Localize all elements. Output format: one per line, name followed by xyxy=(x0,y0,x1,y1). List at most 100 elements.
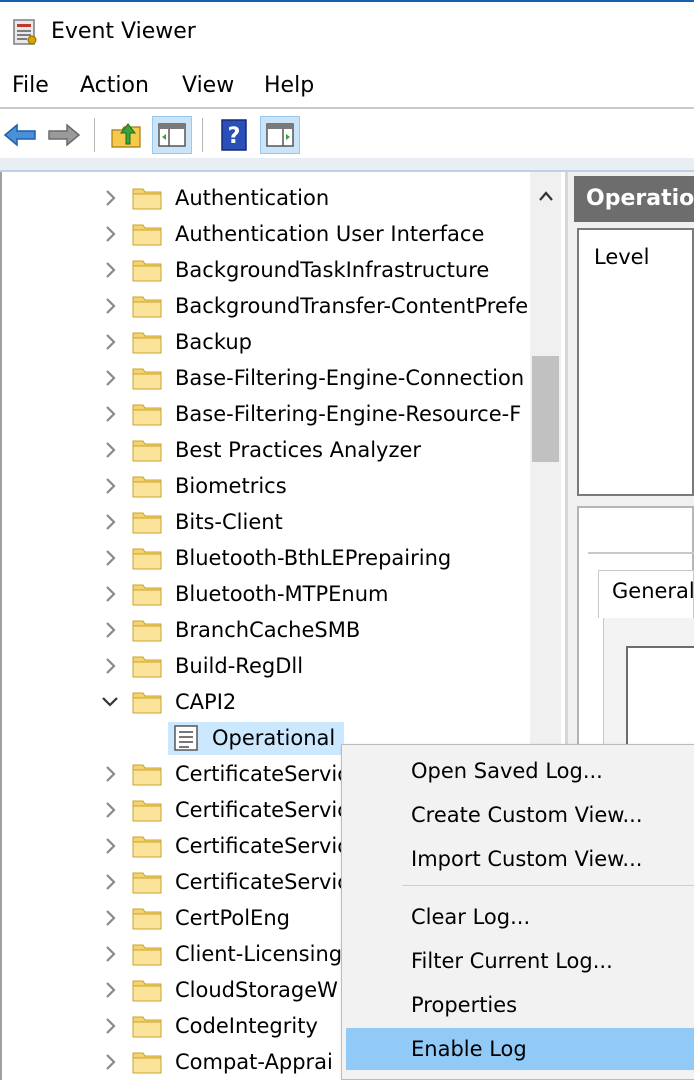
tree-item[interactable]: Base-Filtering-Engine-Connection xyxy=(0,360,540,396)
toolbar: ? xyxy=(0,110,694,158)
chevron-right-icon[interactable] xyxy=(100,224,120,244)
tree-item[interactable]: BackgroundTransfer-ContentPrefe xyxy=(0,288,540,324)
scroll-thumb[interactable] xyxy=(532,356,559,462)
show-hide-action-pane-button[interactable] xyxy=(260,116,300,154)
chevron-right-icon[interactable] xyxy=(100,620,120,640)
svg-text:?: ? xyxy=(228,124,241,149)
tree-item[interactable]: Best Practices Analyzer xyxy=(0,432,540,468)
chevron-right-icon[interactable] xyxy=(100,944,120,964)
menu-item-label: Properties xyxy=(411,993,518,1017)
tree-item-label: BranchCacheSMB xyxy=(175,618,361,642)
tree-item[interactable]: Authentication xyxy=(0,180,540,216)
tree-item[interactable]: BranchCacheSMB xyxy=(0,612,540,648)
folder-icon xyxy=(132,944,162,966)
folder-icon xyxy=(132,908,162,930)
show-hide-console-tree-button[interactable] xyxy=(152,116,192,154)
tree-item-label: Authentication User Interface xyxy=(175,222,485,246)
folder-icon xyxy=(132,224,162,246)
menu-item-filter-current-log[interactable]: Filter Current Log... xyxy=(346,940,694,982)
help-icon: ? xyxy=(221,119,247,151)
chevron-up-icon xyxy=(538,191,553,201)
context-menu-separator xyxy=(402,885,694,886)
menu-item-label: Filter Current Log... xyxy=(411,949,613,973)
back-arrow-icon xyxy=(3,123,36,147)
chevron-right-icon[interactable] xyxy=(100,800,120,820)
chevron-right-icon[interactable] xyxy=(100,296,120,316)
menu-separator xyxy=(0,107,694,109)
menu-item-clear-log[interactable]: Clear Log... xyxy=(346,896,694,938)
folder-icon xyxy=(132,404,162,426)
chevron-right-icon[interactable] xyxy=(100,188,120,208)
chevron-right-icon[interactable] xyxy=(100,584,120,604)
chevron-right-icon[interactable] xyxy=(100,836,120,856)
help-button[interactable]: ? xyxy=(214,116,254,154)
chevron-right-icon[interactable] xyxy=(100,260,120,280)
tree-item-label: Biometrics xyxy=(175,474,287,498)
chevron-down-icon[interactable] xyxy=(100,692,120,712)
folder-icon xyxy=(132,872,162,894)
forward-arrow-icon xyxy=(48,123,81,147)
folder-icon xyxy=(132,800,162,822)
tree-item-label: Operational xyxy=(212,726,336,750)
tree-item-label: CAPI2 xyxy=(175,690,237,714)
tree-item[interactable]: CAPI2 xyxy=(0,684,540,720)
menu-item-properties[interactable]: Properties xyxy=(346,984,694,1026)
chevron-right-icon[interactable] xyxy=(100,980,120,1000)
chevron-right-icon[interactable] xyxy=(100,332,120,352)
folder-icon xyxy=(132,764,162,786)
back-button[interactable] xyxy=(0,116,40,154)
tree-item[interactable]: Authentication User Interface xyxy=(0,216,540,252)
tree-item-label: BackgroundTaskInfrastructure xyxy=(175,258,490,282)
chevron-right-icon[interactable] xyxy=(100,548,120,568)
toolbar-divider xyxy=(94,118,95,152)
menu-help[interactable]: Help xyxy=(264,70,314,102)
menu-item-label: Open Saved Log... xyxy=(411,759,603,783)
toolbar-bottom-strip xyxy=(0,158,694,172)
scroll-up-button[interactable] xyxy=(530,176,561,216)
chevron-right-icon[interactable] xyxy=(100,440,120,460)
menu-item-open-saved-log[interactable]: Open Saved Log... xyxy=(346,750,694,792)
menu-item-create-custom-view[interactable]: Create Custom View... xyxy=(346,794,694,836)
chevron-right-icon[interactable] xyxy=(100,404,120,424)
menu-action[interactable]: Action xyxy=(80,70,149,102)
tree-item-label: Authentication xyxy=(175,186,330,210)
show-hide-tree-icon xyxy=(158,123,186,147)
tree-item-label: Bluetooth-MTPEnum xyxy=(175,582,389,606)
folder-icon xyxy=(132,692,162,714)
tree-item[interactable]: BackgroundTaskInfrastructure xyxy=(0,252,540,288)
folder-icon xyxy=(132,260,162,282)
folder-icon xyxy=(132,440,162,462)
chevron-right-icon[interactable] xyxy=(100,872,120,892)
tree-item[interactable]: Bluetooth-MTPEnum xyxy=(0,576,540,612)
tab-general-label: General xyxy=(612,579,694,603)
tree-item-label: Backup xyxy=(175,330,252,354)
chevron-right-icon[interactable] xyxy=(100,512,120,532)
tree-item[interactable]: Base-Filtering-Engine-Resource-F xyxy=(0,396,540,432)
folder-icon xyxy=(132,512,162,534)
chevron-right-icon[interactable] xyxy=(100,1016,120,1036)
folder-icon xyxy=(132,476,162,498)
folder-icon xyxy=(132,368,162,390)
menu-item-label: Create Custom View... xyxy=(411,803,643,827)
chevron-right-icon[interactable] xyxy=(100,764,120,784)
tree-item[interactable]: Backup xyxy=(0,324,540,360)
menu-view[interactable]: View xyxy=(182,70,234,102)
folder-icon xyxy=(132,656,162,678)
tree-item-label: Base-Filtering-Engine-Connection xyxy=(175,366,525,390)
tree-item[interactable]: Build-RegDll xyxy=(0,648,540,684)
menu-file[interactable]: File xyxy=(12,70,49,102)
tree-item[interactable]: Bluetooth-BthLEPrepairing xyxy=(0,540,540,576)
folder-icon xyxy=(132,548,162,570)
forward-button[interactable] xyxy=(44,116,84,154)
chevron-right-icon[interactable] xyxy=(100,476,120,496)
up-one-level-button[interactable] xyxy=(106,116,146,154)
menu-item-enable-log[interactable]: Enable Log xyxy=(346,1028,694,1070)
chevron-right-icon[interactable] xyxy=(100,1052,120,1072)
tree-item[interactable]: Biometrics xyxy=(0,468,540,504)
column-header-level[interactable]: Level xyxy=(594,242,649,272)
chevron-right-icon[interactable] xyxy=(100,656,120,676)
chevron-right-icon[interactable] xyxy=(100,908,120,928)
tree-item[interactable]: Bits-Client xyxy=(0,504,540,540)
chevron-right-icon[interactable] xyxy=(100,368,120,388)
menu-item-import-custom-view[interactable]: Import Custom View... xyxy=(346,838,694,880)
